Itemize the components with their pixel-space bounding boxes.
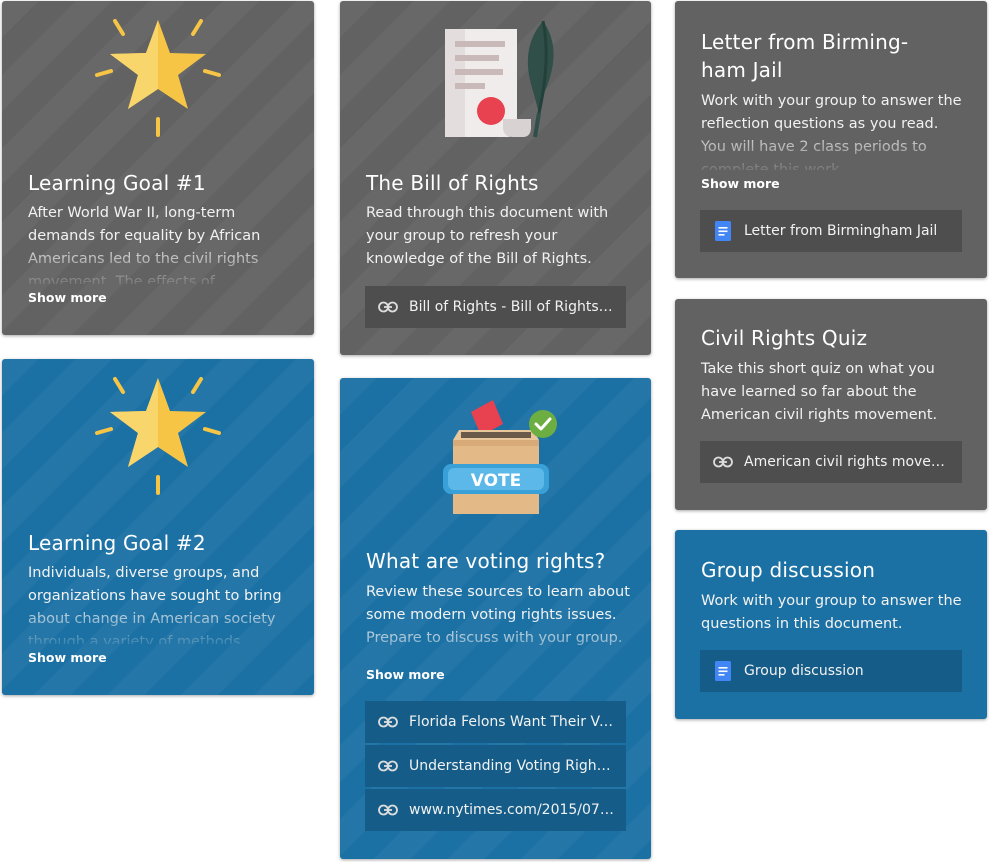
- attachment-link[interactable]: Understanding Voting Rights...: [365, 745, 626, 787]
- link-icon: [377, 296, 399, 318]
- attachment-label: Bill of Rights - Bill of Rights In...: [409, 299, 614, 315]
- card-civil-rights-quiz[interactable]: Civil Rights Quiz Take this short quiz o…: [675, 299, 987, 510]
- attachment-label: Florida Felons Want Their Vo...: [409, 714, 614, 730]
- card-title: Civil Rights Quiz: [701, 326, 868, 350]
- card-description: Take this short quiz on what you have le…: [701, 361, 938, 423]
- card-description: Review these sources to learn about some…: [366, 584, 630, 646]
- attachment-label: Letter from Birmingham Jail: [744, 223, 938, 239]
- card-bill-of-rights[interactable]: The Bill of Rights Read through this doc…: [340, 1, 651, 355]
- attachment-link[interactable]: Bill of Rights - Bill of Rights In...: [365, 286, 626, 328]
- star-icon: [2, 373, 314, 497]
- card-description: Work with your group to answer the quest…: [701, 593, 962, 632]
- card-description: Work with your group to answer the refle…: [701, 93, 962, 170]
- card-title: What are voting rights?: [366, 549, 606, 573]
- attachment-label: American civil rights movem...: [744, 454, 950, 470]
- attachment-doc[interactable]: Letter from Birmingham Jail: [700, 210, 962, 252]
- card-letter-birmingham[interactable]: Letter from Birming- ham Jail Work with …: [675, 1, 987, 278]
- attachment-label: www.nytimes.com/2015/07/...: [409, 802, 614, 818]
- card-description: Read through this document with your gro…: [366, 205, 609, 267]
- attachment-link[interactable]: www.nytimes.com/2015/07/...: [365, 789, 626, 831]
- card-title: Learning Goal #1: [28, 171, 206, 195]
- card-learning-goal-2[interactable]: Learning Goal #2 Individuals, diverse gr…: [2, 359, 314, 695]
- card-voting-rights[interactable]: VOTE What are voting rights? Review thes…: [340, 378, 651, 859]
- link-icon: [712, 451, 734, 473]
- ballot-box-icon: VOTE: [340, 394, 651, 518]
- card-group-discussion[interactable]: Group discussion Work with your group to…: [675, 530, 987, 719]
- attachment-doc[interactable]: Group discussion: [700, 650, 962, 692]
- card-learning-goal-1[interactable]: Learning Goal #1 After World War II, lon…: [2, 1, 314, 335]
- google-doc-icon: [712, 660, 734, 682]
- star-icon: [2, 15, 314, 139]
- document-quill-icon: [340, 19, 651, 141]
- link-icon: [377, 711, 399, 733]
- attachment-label: Group discussion: [744, 663, 864, 679]
- card-title-line-1: Letter from Birming-: [701, 30, 909, 54]
- vote-badge-text: VOTE: [470, 471, 521, 491]
- card-title-line-2: ham Jail: [701, 58, 783, 82]
- show-more-button[interactable]: Show more: [366, 667, 445, 682]
- link-icon: [377, 799, 399, 821]
- show-more-button[interactable]: Show more: [701, 176, 780, 191]
- card-description: After World War II, long-term demands fo…: [28, 205, 261, 284]
- show-more-button[interactable]: Show more: [28, 290, 107, 305]
- card-description: Individuals, diverse groups, and organiz…: [28, 565, 282, 644]
- google-doc-icon: [712, 220, 734, 242]
- attachment-link[interactable]: American civil rights movem...: [700, 441, 962, 483]
- link-icon: [377, 755, 399, 777]
- card-title: Letter from Birming- ham Jail: [701, 28, 967, 84]
- attachment-label: Understanding Voting Rights...: [409, 758, 614, 774]
- card-title: The Bill of Rights: [366, 171, 539, 195]
- show-more-button[interactable]: Show more: [28, 650, 107, 665]
- card-title: Group discussion: [701, 558, 876, 582]
- attachment-link[interactable]: Florida Felons Want Their Vo...: [365, 701, 626, 743]
- card-title: Learning Goal #2: [28, 531, 206, 555]
- attachment-list: Florida Felons Want Their Vo... Understa…: [365, 701, 626, 833]
